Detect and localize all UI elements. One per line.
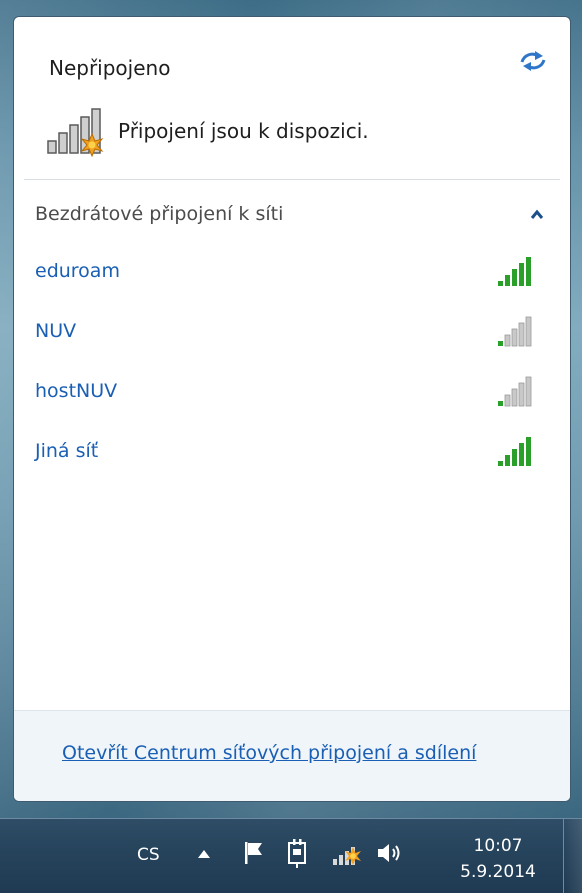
network-name: Jiná síť [35, 440, 99, 462]
chevron-up-icon[interactable] [529, 207, 545, 221]
network-name: hostNUV [35, 380, 118, 402]
power-plug-icon[interactable] [285, 837, 311, 869]
divider [24, 179, 560, 180]
wireless-section-header: Bezdrátové připojení k síti [35, 203, 284, 225]
network-item-eduroam[interactable]: eduroam [24, 246, 560, 296]
wifi-signal-strength-icon [498, 316, 532, 347]
action-center-flag-icon[interactable] [242, 839, 268, 867]
network-name: eduroam [35, 260, 120, 282]
network-item-hostnuv[interactable]: hostNUV [24, 366, 560, 416]
language-indicator[interactable]: CS [137, 845, 160, 865]
taskbar-clock[interactable]: 10:07 5.9.2014 [452, 833, 544, 885]
wifi-signal-strength-icon [498, 257, 531, 286]
network-status-icon[interactable] [332, 838, 364, 868]
network-item-nuv[interactable]: NUV [24, 306, 560, 356]
clock-time: 10:07 [473, 836, 523, 856]
taskbar: CS 10:07 5.9.2014 [0, 818, 582, 893]
network-name: NUV [35, 320, 77, 342]
network-flyout-panel: Nepřipojeno Připojení jsou k dispozici. … [13, 16, 571, 802]
open-network-sharing-center-link[interactable]: Otevřít Centrum síťových připojení a sdí… [62, 742, 476, 764]
network-item-other[interactable]: Jiná síť [24, 426, 560, 476]
network-unavailable-icon [47, 108, 104, 157]
connection-status-title: Nepřipojeno [49, 56, 171, 80]
wifi-signal-strength-icon [498, 437, 531, 466]
wifi-signal-strength-icon [498, 376, 532, 407]
volume-icon[interactable] [375, 840, 405, 866]
connections-available-message: Připojení jsou k dispozici. [118, 119, 369, 143]
show-hidden-icons-arrow-icon[interactable] [197, 848, 211, 860]
flyout-footer: Otevřít Centrum síťových připojení a sdí… [14, 710, 570, 801]
refresh-icon[interactable] [516, 47, 550, 75]
clock-date: 5.9.2014 [460, 862, 536, 882]
